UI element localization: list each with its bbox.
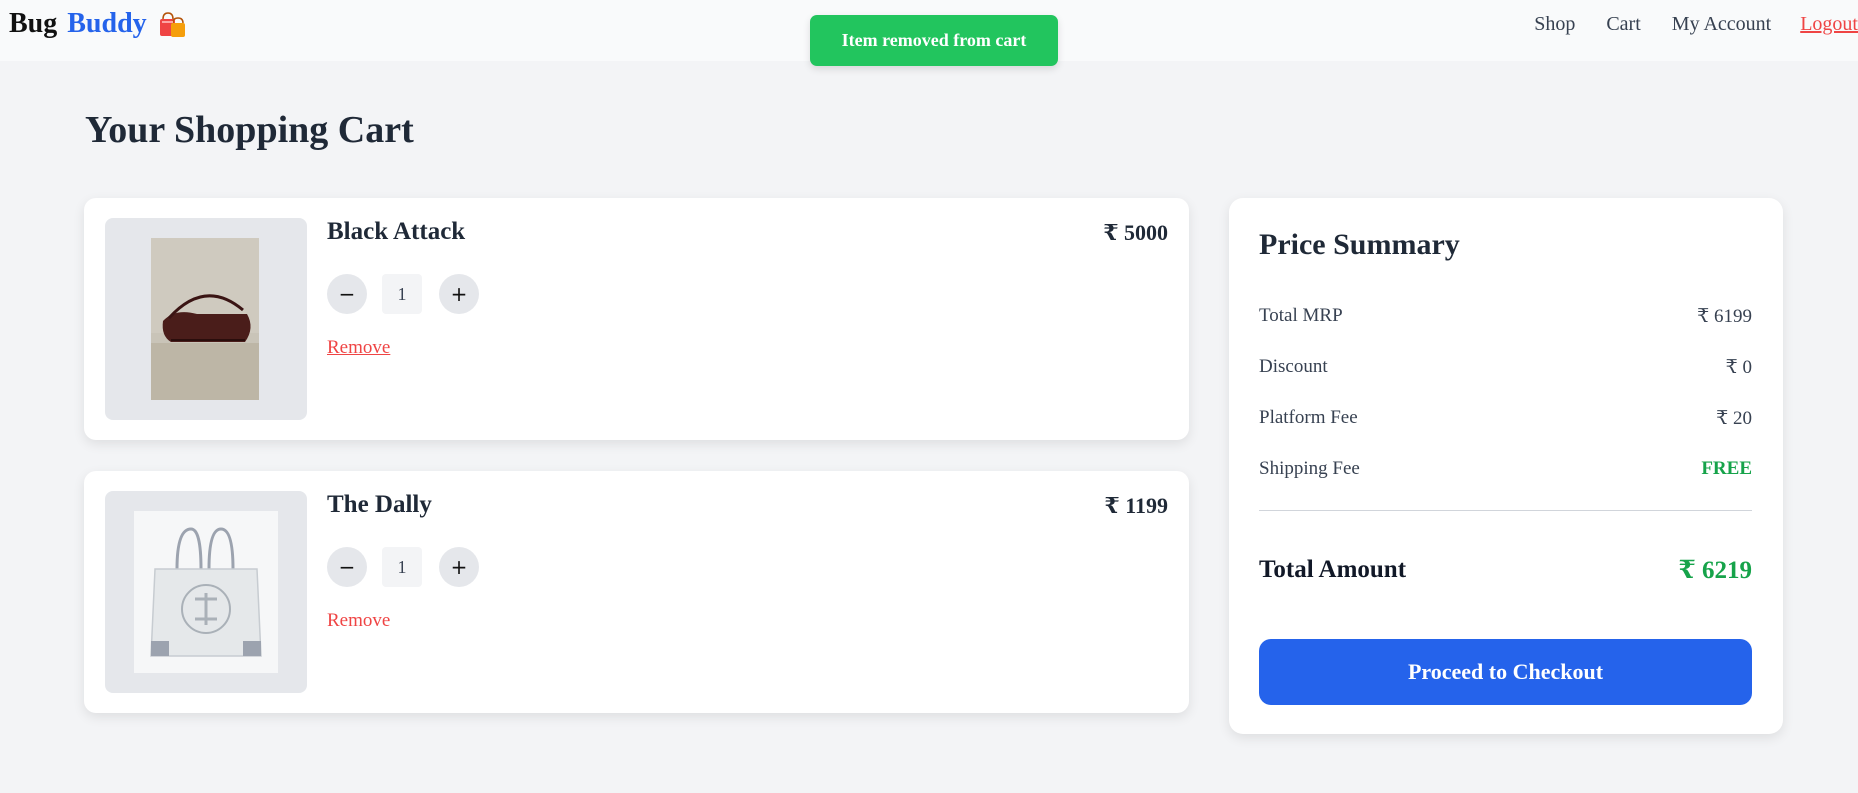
nav-links: Shop Cart My Account Logout bbox=[1503, 13, 1858, 36]
toast-notification: Item removed from cart bbox=[810, 15, 1058, 66]
product-image[interactable] bbox=[105, 218, 307, 420]
summary-label: Shipping Fee bbox=[1259, 458, 1360, 479]
summary-label: Discount bbox=[1259, 356, 1328, 377]
product-name[interactable]: Black Attack bbox=[327, 218, 465, 246]
remove-button[interactable]: Remove bbox=[327, 337, 390, 359]
total-amount-row: Total Amount ₹ 6219 bbox=[1259, 555, 1752, 585]
summary-value: ₹ 20 bbox=[1716, 407, 1752, 429]
summary-row-total-mrp: Total MRP ₹ 6199 bbox=[1259, 304, 1752, 328]
decrease-quantity-button[interactable]: − bbox=[327, 547, 367, 587]
nav-link-my-account[interactable]: My Account bbox=[1672, 13, 1771, 36]
minus-icon: − bbox=[338, 555, 356, 579]
summary-label: Total MRP bbox=[1259, 305, 1343, 326]
nav-link-cart[interactable]: Cart bbox=[1606, 13, 1640, 36]
remove-button[interactable]: Remove bbox=[327, 610, 390, 632]
white-tote-bag-image bbox=[134, 511, 278, 673]
cart-item: Black Attack ₹ 5000 − 1 + Remove bbox=[84, 198, 1189, 440]
page-title: Your Shopping Cart bbox=[85, 109, 414, 151]
quantity-value: 1 bbox=[382, 547, 422, 587]
summary-label: Platform Fee bbox=[1259, 407, 1358, 428]
logo[interactable]: Bug Buddy bbox=[9, 8, 187, 40]
summary-divider bbox=[1259, 510, 1752, 511]
summary-row-discount: Discount ₹ 0 bbox=[1259, 355, 1752, 379]
total-label: Total Amount bbox=[1259, 556, 1407, 583]
cart-item: The Dally ₹ 1199 − 1 + Remove bbox=[84, 471, 1189, 713]
summary-value: ₹ 0 bbox=[1725, 356, 1752, 378]
product-price: ₹ 1199 bbox=[1104, 493, 1168, 518]
minus-icon: − bbox=[338, 282, 356, 306]
decrease-quantity-button[interactable]: − bbox=[327, 274, 367, 314]
nav-link-shop[interactable]: Shop bbox=[1534, 13, 1575, 36]
increase-quantity-button[interactable]: + bbox=[439, 274, 479, 314]
shopping-bags-icon bbox=[157, 9, 187, 39]
summary-value: ₹ 6199 bbox=[1697, 305, 1752, 327]
black-shoulder-bag-image bbox=[151, 238, 259, 400]
logo-text-bug: Bug bbox=[9, 8, 58, 39]
nav-link-logout[interactable]: Logout bbox=[1800, 13, 1858, 36]
summary-row-platform-fee: Platform Fee ₹ 20 bbox=[1259, 406, 1752, 430]
total-value: ₹ 6219 bbox=[1678, 557, 1752, 584]
quantity-value: 1 bbox=[382, 274, 422, 314]
plus-icon: + bbox=[450, 282, 468, 306]
product-name[interactable]: The Dally bbox=[327, 491, 432, 519]
summary-row-shipping-fee: Shipping Fee FREE bbox=[1259, 457, 1752, 481]
proceed-to-checkout-button[interactable]: Proceed to Checkout bbox=[1259, 639, 1752, 705]
product-image[interactable] bbox=[105, 491, 307, 693]
plus-icon: + bbox=[450, 555, 468, 579]
summary-value: FREE bbox=[1701, 458, 1752, 479]
increase-quantity-button[interactable]: + bbox=[439, 547, 479, 587]
price-summary: Price Summary Total MRP ₹ 6199 Discount … bbox=[1229, 198, 1783, 734]
summary-title: Price Summary bbox=[1259, 228, 1460, 261]
product-price: ₹ 5000 bbox=[1103, 220, 1168, 245]
logo-text-buddy: Buddy bbox=[67, 8, 147, 39]
